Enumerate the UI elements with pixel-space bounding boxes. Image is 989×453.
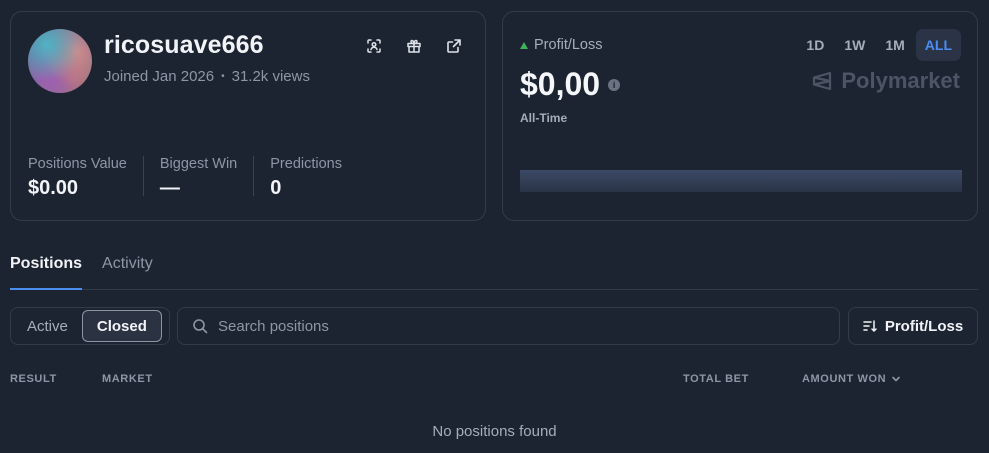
joined-date: Joined Jan 2026 — [104, 68, 215, 85]
tab-activity[interactable]: Activity — [102, 252, 153, 289]
pnl-card: Profit/Loss 1D 1W 1M ALL $0,00 i All-Tim… — [502, 11, 978, 221]
content-tabs: Positions Activity — [10, 252, 978, 290]
pnl-header: Profit/Loss — [520, 37, 603, 53]
empty-state-message: No positions found — [432, 423, 557, 440]
stat-value: — — [159, 177, 180, 199]
avatar — [28, 29, 92, 93]
stat-predictions: Predictions 0 — [270, 156, 358, 199]
polymarket-logo-icon — [813, 71, 832, 91]
sort-icon — [863, 320, 877, 333]
search-input[interactable] — [218, 317, 818, 335]
pnl-value: $0,00 — [520, 66, 601, 102]
brand-name: Polymarket — [841, 68, 960, 93]
view-count: 31.2k views — [231, 68, 310, 85]
sort-label: Profit/Loss — [884, 317, 964, 335]
gift-icon[interactable] — [404, 36, 424, 56]
chevron-down-icon — [892, 376, 901, 382]
range-tab-1w[interactable]: 1W — [835, 29, 874, 61]
search-box — [177, 307, 840, 345]
tab-positions[interactable]: Positions — [10, 252, 83, 290]
column-header-amount-won-label: AMOUNT WON — [802, 373, 887, 385]
status-filter: Active Closed — [10, 307, 170, 345]
stat-biggest-win: Biggest Win — — [159, 156, 255, 199]
stat-label: Biggest Win — [159, 156, 238, 172]
profile-stats: Positions Value $0.00 Biggest Win — Pred… — [28, 156, 374, 199]
meta-separator: • — [221, 71, 225, 82]
range-tabs: 1D 1W 1M ALL — [797, 29, 961, 61]
filter-closed[interactable]: Closed — [81, 310, 162, 342]
scan-icon[interactable] — [364, 36, 384, 56]
range-tab-1m[interactable]: 1M — [876, 29, 913, 61]
column-header-amount-won[interactable]: AMOUNT WON — [802, 373, 902, 385]
column-header-total-bet: TOTAL BET — [683, 373, 749, 385]
profile-card: ricosuave666 Joined Jan 2026 • 31.2k vie… — [10, 11, 486, 221]
up-triangle-icon — [520, 41, 528, 49]
stat-value: 0 — [270, 177, 282, 199]
stat-positions-value: Positions Value $0.00 — [28, 156, 144, 199]
pnl-period: All-Time — [520, 111, 568, 125]
info-icon[interactable]: i — [608, 78, 621, 91]
polymarket-logo: Polymarket — [811, 68, 960, 94]
range-tab-all[interactable]: ALL — [915, 29, 961, 61]
external-link-icon[interactable] — [444, 36, 464, 56]
stat-label: Positions Value — [28, 156, 127, 172]
stat-value: $0.00 — [28, 177, 79, 199]
sort-button[interactable]: Profit/Loss — [848, 307, 978, 345]
pnl-value-row: $0,00 i — [520, 66, 621, 103]
pnl-title: Profit/Loss — [534, 37, 603, 53]
username: ricosuave666 — [104, 31, 264, 59]
filter-active[interactable]: Active — [13, 310, 82, 342]
profile-meta: Joined Jan 2026 • 31.2k views — [104, 68, 310, 85]
range-tab-1d[interactable]: 1D — [797, 29, 833, 61]
column-header-market: MARKET — [102, 373, 153, 385]
stat-label: Predictions — [270, 156, 342, 172]
search-icon — [193, 319, 208, 334]
pnl-chart-area — [520, 170, 962, 192]
column-header-result: RESULT — [10, 373, 57, 385]
